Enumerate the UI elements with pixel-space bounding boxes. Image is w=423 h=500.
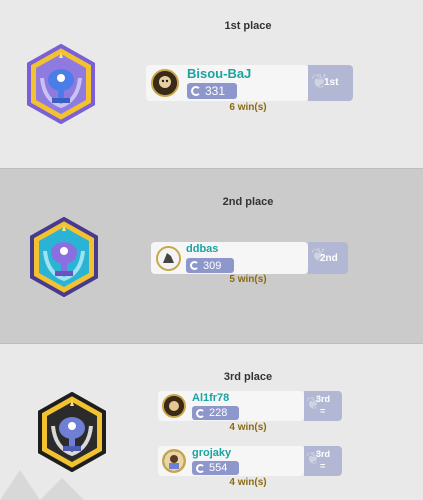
rank-tab: ❦ 3rd =: [304, 446, 342, 476]
elo-badge: 309: [186, 258, 234, 273]
rank-label: 3rd: [316, 449, 331, 459]
avatar[interactable]: [151, 69, 179, 97]
wins-count: 5 win(s): [229, 274, 267, 285]
elo-ring-icon: [191, 86, 201, 96]
elo-value: 309: [203, 259, 222, 272]
place-title-first: 1st place: [224, 20, 272, 32]
elo-ring-icon: [196, 463, 205, 473]
avatar-icon: [153, 71, 177, 95]
elo-badge: 554: [192, 461, 239, 475]
player-name[interactable]: grojaky: [192, 447, 231, 459]
avatar-icon: [164, 451, 184, 471]
first-place-section: 1st place Bisou-BaJ 331 ❦ 1st 6 win(s): [0, 0, 423, 168]
rank-tab: ❦ 2nd: [308, 242, 348, 274]
rank-tie: =: [320, 461, 326, 471]
elo-badge: 331: [187, 83, 237, 99]
avatar-icon: [164, 396, 184, 416]
avatar[interactable]: [156, 246, 181, 271]
elo-badge: 228: [192, 406, 239, 420]
third-place-section: 3rd place Al1fr78 228 ❦ 3rd = 4 win(s) g…: [0, 344, 423, 500]
player-name[interactable]: ddbas: [186, 243, 218, 255]
avatar[interactable]: [162, 449, 186, 473]
elo-ring-icon: [196, 408, 205, 418]
rank-tab: ❦ 1st: [308, 65, 353, 101]
trophy-silver-badge-icon: [30, 217, 98, 297]
second-place-section: 2nd place ddbas 309 ❦ 2nd 5 win(s): [0, 169, 423, 343]
rank-label: 1st: [324, 77, 339, 88]
rank-label: 3rd: [316, 394, 331, 404]
player-card-al1fr78[interactable]: Al1fr78 228: [158, 391, 304, 421]
elo-value: 228: [209, 407, 228, 419]
player-card-bisou-baj[interactable]: Bisou-BaJ 331: [146, 65, 308, 101]
wins-count: 4 win(s): [229, 422, 267, 433]
elo-value: 331: [205, 84, 226, 98]
elo-value: 554: [209, 462, 228, 474]
rank-tab: ❦ 3rd =: [304, 391, 342, 421]
rank-tie: =: [320, 406, 326, 416]
player-name[interactable]: Al1fr78: [192, 392, 229, 404]
rank-label: 2nd: [320, 253, 338, 264]
place-title-third: 3rd place: [223, 371, 273, 383]
avatar-icon: [158, 248, 179, 269]
wins-count: 4 win(s): [229, 477, 267, 488]
avatar[interactable]: [162, 394, 186, 418]
player-card-ddbas[interactable]: ddbas 309: [151, 242, 308, 274]
elo-ring-icon: [190, 261, 199, 270]
place-title-second: 2nd place: [222, 196, 274, 208]
trophy-gold-badge-icon: [27, 44, 95, 124]
player-card-grojaky[interactable]: grojaky 554: [158, 446, 304, 476]
player-name[interactable]: Bisou-BaJ: [187, 66, 251, 81]
trophy-bronze-badge-icon: [38, 392, 106, 472]
wins-count: 6 win(s): [229, 102, 267, 113]
